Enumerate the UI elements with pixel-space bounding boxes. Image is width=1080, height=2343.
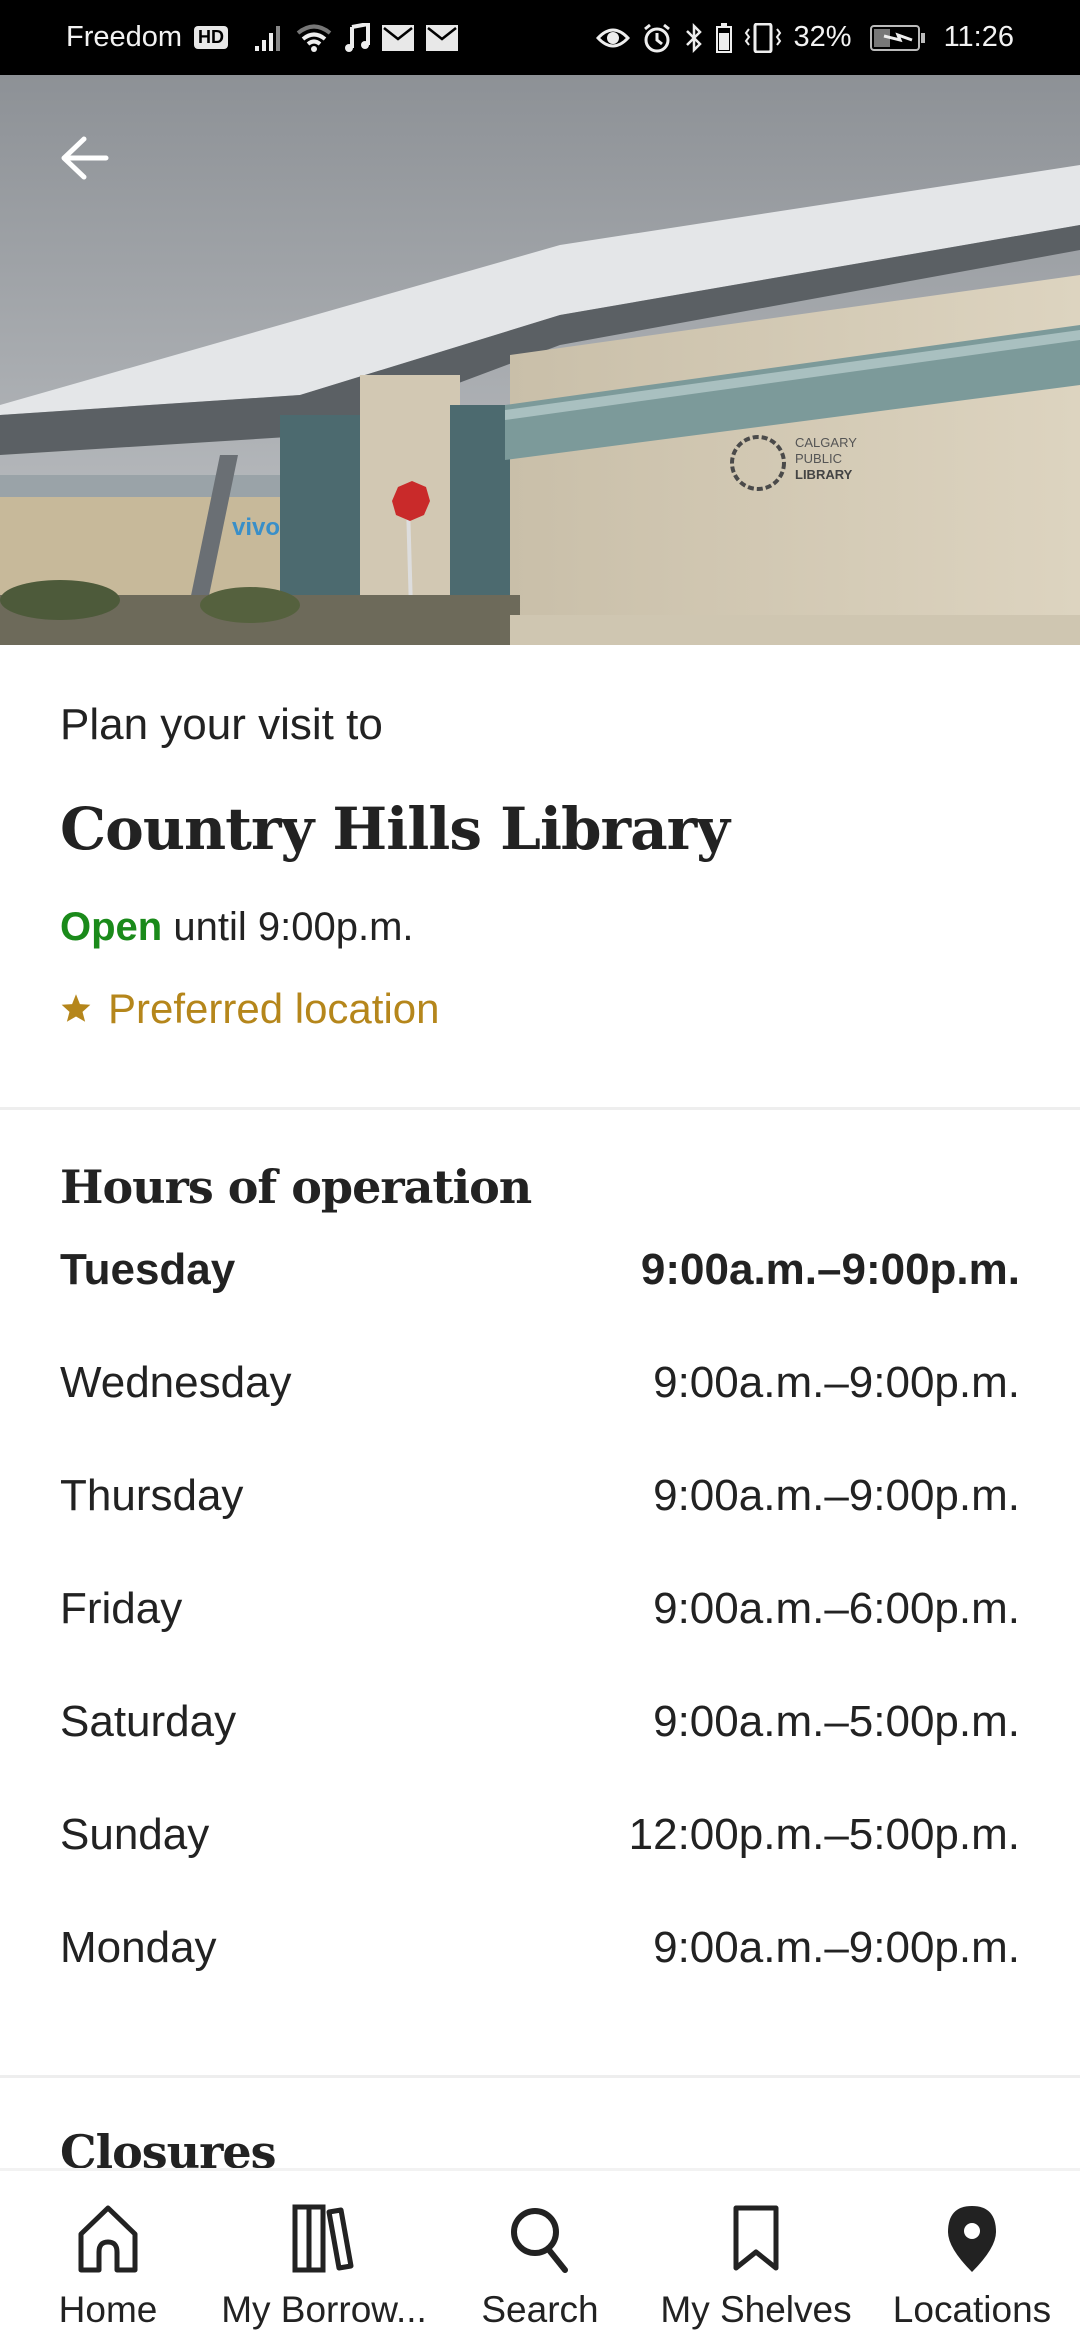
hours-time: 9:00a.m.–9:00p.m.	[653, 1471, 1020, 1520]
status-bar: Freedom HD 32% 11:26	[0, 0, 1080, 75]
nav-my-borrowing[interactable]: My Borrow...	[216, 2171, 432, 2331]
wifi-icon	[296, 23, 332, 53]
hours-day: Thursday	[60, 1471, 244, 1520]
hours-time: 9:00a.m.–9:00p.m.	[653, 1923, 1020, 1972]
signal-icon	[254, 24, 284, 52]
svg-text:PUBLIC: PUBLIC	[795, 451, 842, 466]
hours-time: 9:00a.m.–9:00p.m.	[653, 1358, 1020, 1407]
location-pin-icon	[939, 2203, 1005, 2275]
books-icon	[291, 2203, 357, 2275]
mail-icon	[426, 24, 459, 51]
hours-title: Hours of operation	[60, 1160, 532, 1214]
svg-text:vivo: vivo	[232, 514, 280, 541]
hero-image: CALGARY PUBLIC LIBRARY vivo	[0, 75, 1080, 645]
hours-row: Sunday 12:00p.m.–5:00p.m.	[60, 1810, 1020, 1923]
library-building-photo: CALGARY PUBLIC LIBRARY vivo	[0, 75, 1080, 645]
hd-badge: HD	[194, 26, 229, 49]
battery-percent: 32%	[793, 21, 852, 53]
hours-table: Tuesday 9:00a.m.–9:00p.m. Wednesday 9:00…	[60, 1245, 1020, 2036]
hours-row: Thursday 9:00a.m.–9:00p.m.	[60, 1471, 1020, 1584]
nav-home-label: Home	[58, 2289, 158, 2330]
music-icon	[344, 22, 371, 53]
hours-day: Tuesday	[60, 1245, 236, 1294]
home-icon	[75, 2203, 141, 2275]
mail-icon	[382, 24, 415, 51]
nav-my-borrowing-label: My Borrow...	[221, 2289, 427, 2330]
section-divider	[0, 1107, 1080, 1110]
nav-search[interactable]: Search	[432, 2171, 648, 2331]
battery-small-icon	[715, 22, 732, 53]
arrow-left-icon	[58, 135, 110, 186]
hours-time: 9:00a.m.–5:00p.m.	[653, 1697, 1020, 1746]
open-status-line: Open until 9:00p.m.	[60, 905, 414, 950]
hours-row: Saturday 9:00a.m.–5:00p.m.	[60, 1697, 1020, 1810]
library-name: Country Hills Library	[60, 795, 730, 863]
hours-time: 9:00a.m.–6:00p.m.	[653, 1584, 1020, 1633]
hours-day: Monday	[60, 1923, 217, 1972]
bluetooth-icon	[684, 22, 704, 53]
vibrate-icon	[744, 22, 782, 53]
hours-day: Friday	[60, 1584, 183, 1633]
nav-search-label: Search	[481, 2289, 599, 2330]
bookmark-icon	[723, 2203, 789, 2275]
hours-day: Saturday	[60, 1697, 237, 1746]
back-button[interactable]	[48, 124, 120, 196]
open-status: Open	[60, 905, 163, 949]
svg-text:CALGARY: CALGARY	[795, 435, 857, 450]
open-until: until 9:00p.m.	[173, 905, 414, 949]
hours-time: 12:00p.m.–5:00p.m.	[628, 1810, 1020, 1859]
plan-visit-label: Plan your visit to	[60, 700, 383, 749]
section-divider	[0, 2075, 1080, 2078]
carrier-name: Freedom	[66, 21, 183, 53]
nav-locations[interactable]: Locations	[864, 2171, 1080, 2331]
status-left: Freedom HD	[66, 21, 459, 54]
preferred-location-label: Preferred location	[108, 985, 440, 1032]
alarm-icon	[642, 23, 672, 53]
hours-day: Wednesday	[60, 1358, 292, 1407]
nav-my-shelves[interactable]: My Shelves	[648, 2171, 864, 2331]
nav-locations-label: Locations	[892, 2289, 1052, 2330]
bottom-navigation: Home My Borrow... Search My Shelves Loca…	[0, 2168, 1080, 2343]
hours-row: Monday 9:00a.m.–9:00p.m.	[60, 1923, 1020, 2036]
clock-time: 11:26	[943, 21, 1014, 53]
battery-charging-icon	[869, 24, 926, 52]
nav-home[interactable]: Home	[0, 2171, 216, 2331]
search-icon	[507, 2203, 573, 2275]
hours-row: Tuesday 9:00a.m.–9:00p.m.	[60, 1245, 1020, 1358]
hours-row: Wednesday 9:00a.m.–9:00p.m.	[60, 1358, 1020, 1471]
preferred-location[interactable]: Preferred location	[60, 985, 440, 1033]
svg-text:LIBRARY: LIBRARY	[795, 467, 853, 482]
nav-my-shelves-label: My Shelves	[660, 2289, 852, 2330]
status-right: 32% 11:26	[595, 21, 1014, 54]
hours-row: Friday 9:00a.m.–6:00p.m.	[60, 1584, 1020, 1697]
eye-icon	[595, 26, 630, 50]
hours-time: 9:00a.m.–9:00p.m.	[640, 1245, 1020, 1294]
star-icon	[60, 985, 92, 1033]
hours-day: Sunday	[60, 1810, 210, 1859]
